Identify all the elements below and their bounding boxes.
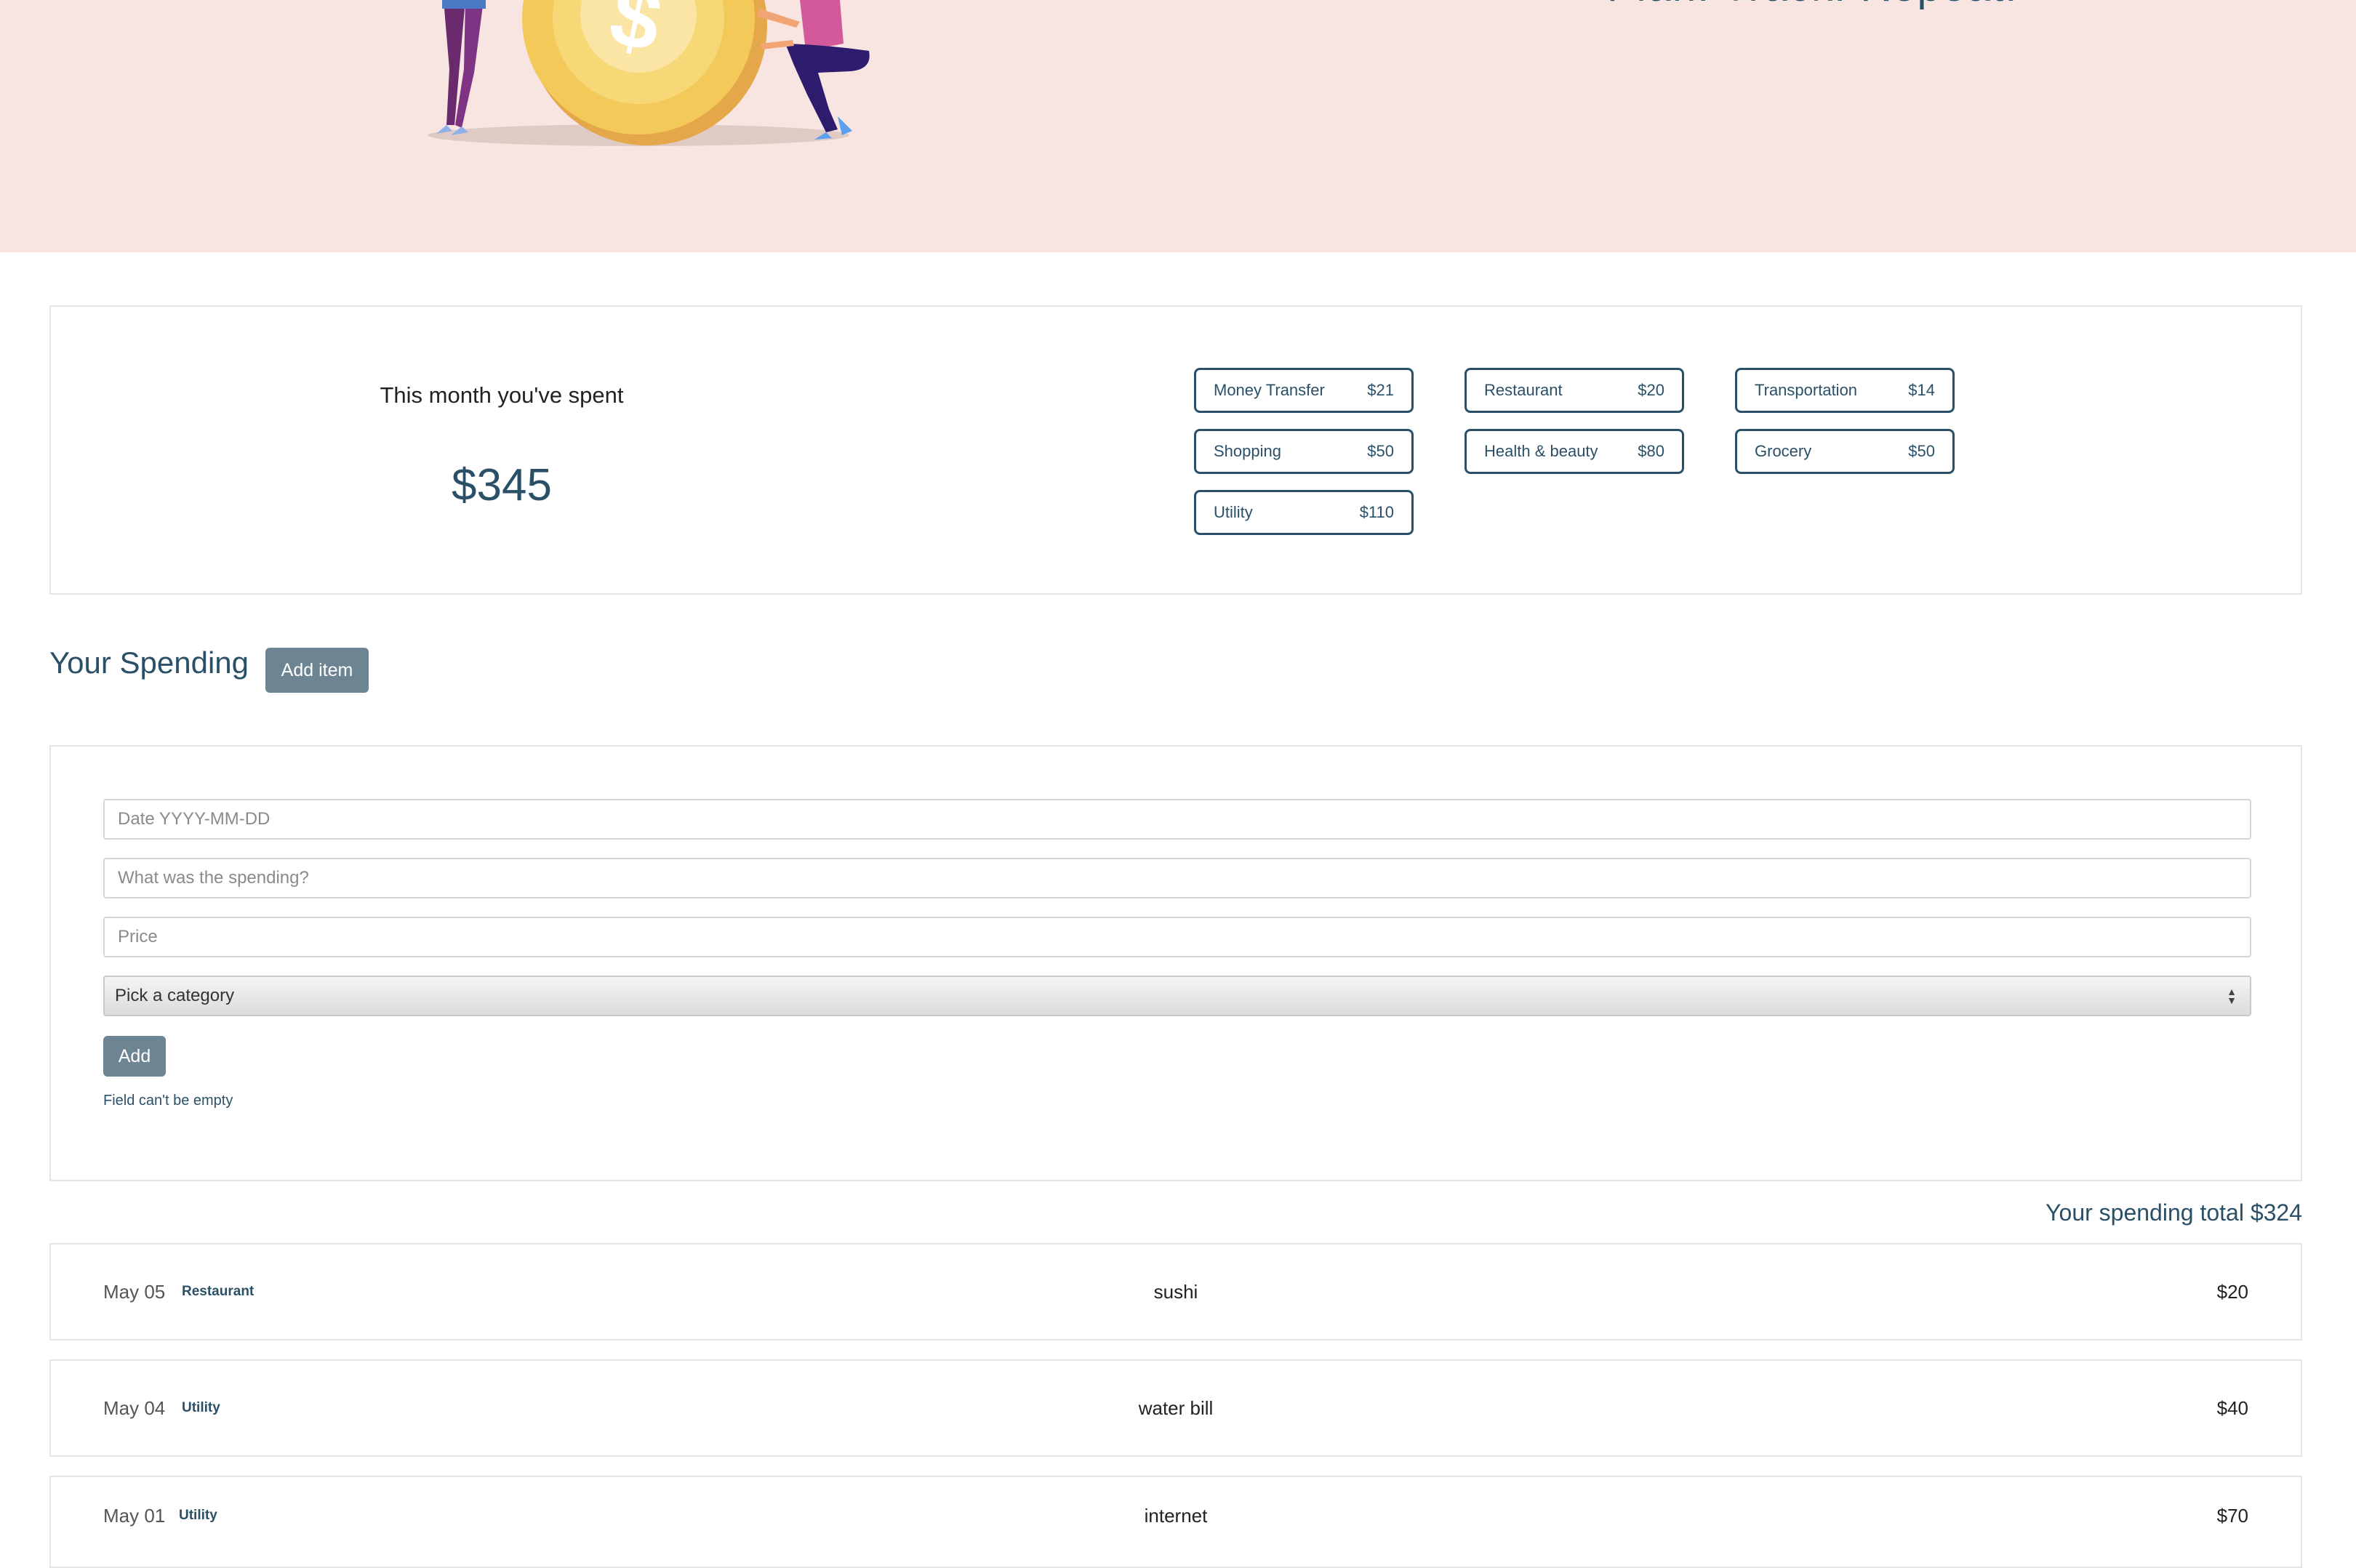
category-chip-shopping: Shopping $50 (1194, 429, 1414, 474)
category-chip-amount: $21 (1367, 381, 1394, 399)
category-chip-health-beauty: Health & beauty $80 (1465, 429, 1684, 474)
category-chip-name: Utility (1214, 503, 1253, 521)
category-chip-amount: $14 (1908, 381, 1935, 399)
select-arrows-icon: ▲ ▼ (2227, 986, 2237, 1006)
category-chip-utility: Utility $110 (1194, 490, 1414, 535)
category-chip-name: Grocery (1755, 442, 1812, 460)
category-select[interactable]: Pick a category ▲ ▼ (103, 976, 2251, 1016)
hero-banner: $ Plan. Track. Repeat. (0, 0, 2356, 252)
spending-title: Your Spending (49, 646, 249, 680)
category-chip-amount: $20 (1638, 381, 1664, 399)
description-input[interactable]: What was the spending? (103, 858, 2251, 898)
item-description: sushi (1153, 1280, 1198, 1303)
category-chip-transportation: Transportation $14 (1735, 368, 1955, 413)
category-chip-amount: $50 (1367, 442, 1394, 460)
list-item[interactable]: May 01 Utility internet $70 (49, 1476, 2302, 1568)
item-price: $20 (2216, 1280, 2248, 1303)
spending-total: Your spending total $324 (2046, 1199, 2302, 1226)
category-chip-name: Health & beauty (1484, 442, 1598, 460)
item-price: $40 (2216, 1396, 2248, 1419)
list-item[interactable]: May 04 Utility water bill $40 (49, 1359, 2302, 1457)
category-chip-amount: $50 (1908, 442, 1935, 460)
error-message: Field can't be empty (103, 1093, 233, 1109)
category-chip-grocery: Grocery $50 (1735, 429, 1955, 474)
add-button[interactable]: Add (103, 1036, 166, 1077)
category-chip-amount: $110 (1359, 503, 1394, 521)
month-spent-label: This month you've spent (380, 382, 624, 408)
category-chip-amount: $80 (1638, 442, 1664, 460)
category-chip-name: Transportation (1755, 381, 1858, 399)
date-input[interactable]: Date YYYY-MM-DD (103, 799, 2251, 840)
category-chip-name: Restaurant (1484, 381, 1563, 399)
coin-illustration: $ (428, 0, 870, 146)
category-chip-restaurant: Restaurant $20 (1465, 368, 1684, 413)
hero-tagline: Plan. Track. Repeat. (1607, 0, 2018, 11)
category-select-value: Pick a category (115, 986, 235, 1005)
category-chip-name: Money Transfer (1214, 381, 1325, 399)
price-input[interactable]: Price (103, 917, 2251, 957)
item-price: $70 (2216, 1504, 2248, 1527)
add-item-button[interactable]: Add item (265, 648, 369, 693)
item-description: internet (1144, 1504, 1208, 1527)
add-spending-form: Date YYYY-MM-DD What was the spending? P… (49, 745, 2302, 1181)
item-description: water bill (1138, 1396, 1214, 1419)
category-chip-money-transfer: Money Transfer $21 (1194, 368, 1414, 413)
category-chip-name: Shopping (1214, 442, 1281, 460)
monthly-summary-card: This month you've spent $345 Money Trans… (49, 305, 2302, 595)
month-spent-amount: $345 (452, 460, 552, 510)
list-item[interactable]: May 05 Restaurant sushi $20 (49, 1243, 2302, 1340)
